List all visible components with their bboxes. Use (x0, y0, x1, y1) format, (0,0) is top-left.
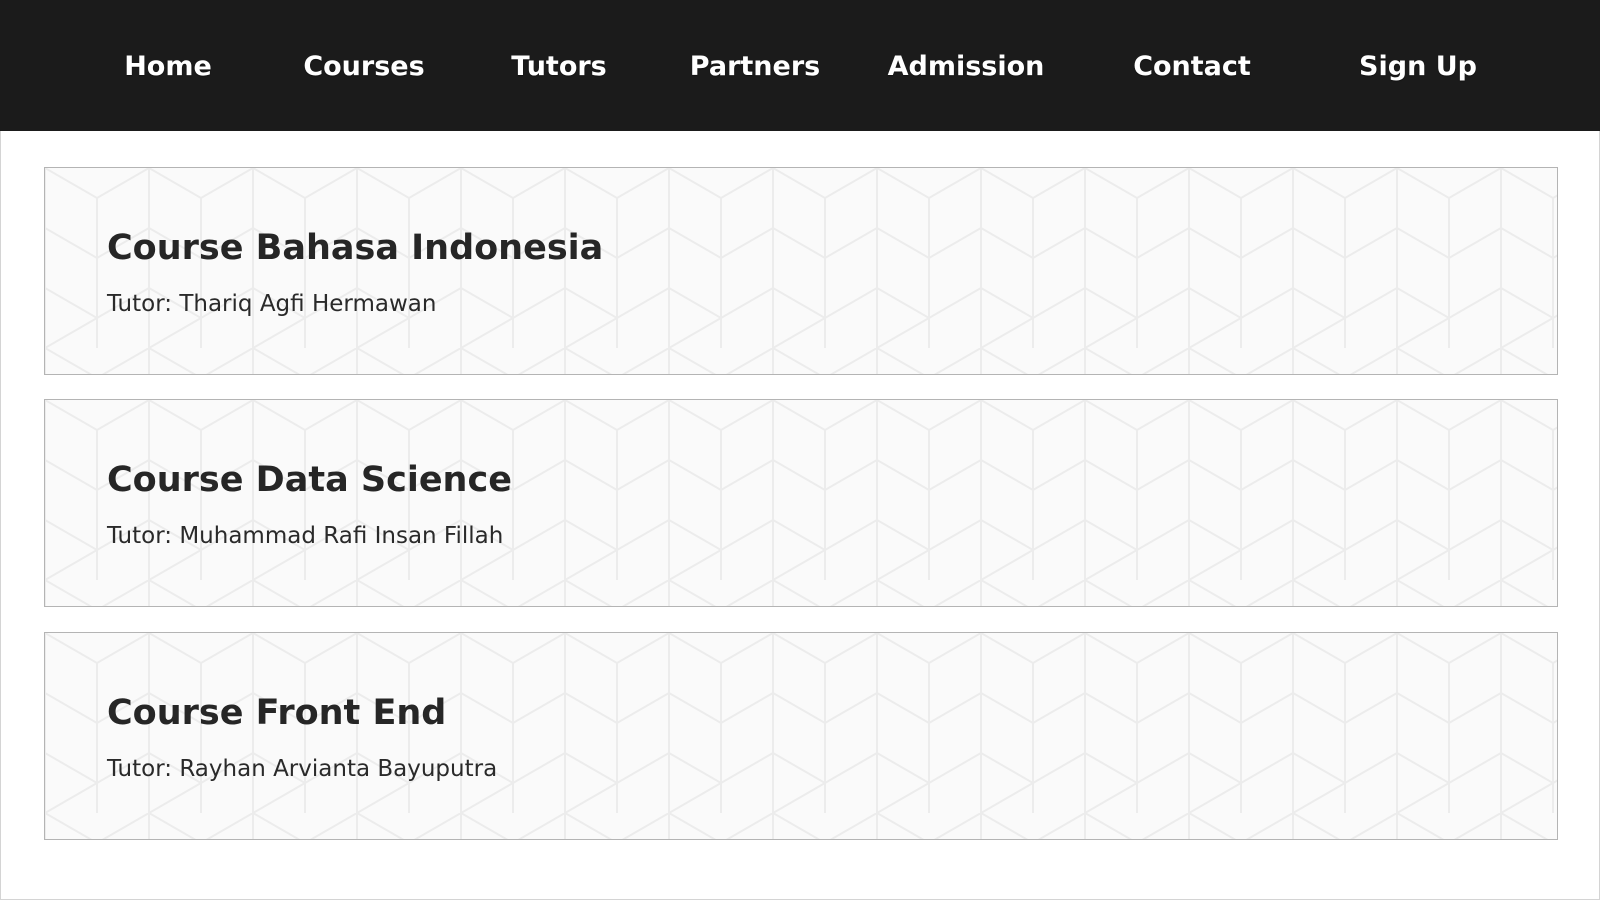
nav-link-contact[interactable]: Contact (1133, 0, 1251, 131)
card-background-pattern (45, 633, 1557, 839)
nav-link-admission[interactable]: Admission (888, 0, 1045, 131)
top-navigation-bar: Home Courses Tutors Partners Admission C… (0, 0, 1600, 131)
course-tutor: Tutor: Rayhan Arvianta Bayuputra (107, 756, 498, 782)
course-card[interactable]: Course Bahasa Indonesia Tutor: Thariq Ag… (44, 167, 1558, 375)
course-tutor: Tutor: Thariq Agfi Hermawan (107, 291, 437, 317)
nav-link-partners[interactable]: Partners (690, 0, 820, 131)
nav-link-sign-up[interactable]: Sign Up (1359, 0, 1477, 131)
course-list: Course Bahasa Indonesia Tutor: Thariq Ag… (0, 131, 1600, 900)
nav-link-courses[interactable]: Courses (303, 0, 424, 131)
course-tutor: Tutor: Muhammad Rafi Insan Fillah (107, 523, 504, 549)
course-card[interactable]: Course Data Science Tutor: Muhammad Rafi… (44, 399, 1558, 607)
course-card[interactable]: Course Front End Tutor: Rayhan Arvianta … (44, 632, 1558, 840)
nav-link-tutors[interactable]: Tutors (511, 0, 607, 131)
card-background-pattern (45, 168, 1557, 374)
course-title: Course Data Science (107, 460, 512, 500)
course-title: Course Front End (107, 693, 447, 733)
card-background-pattern (45, 400, 1557, 606)
nav-link-home[interactable]: Home (124, 0, 212, 131)
course-title: Course Bahasa Indonesia (107, 228, 604, 268)
